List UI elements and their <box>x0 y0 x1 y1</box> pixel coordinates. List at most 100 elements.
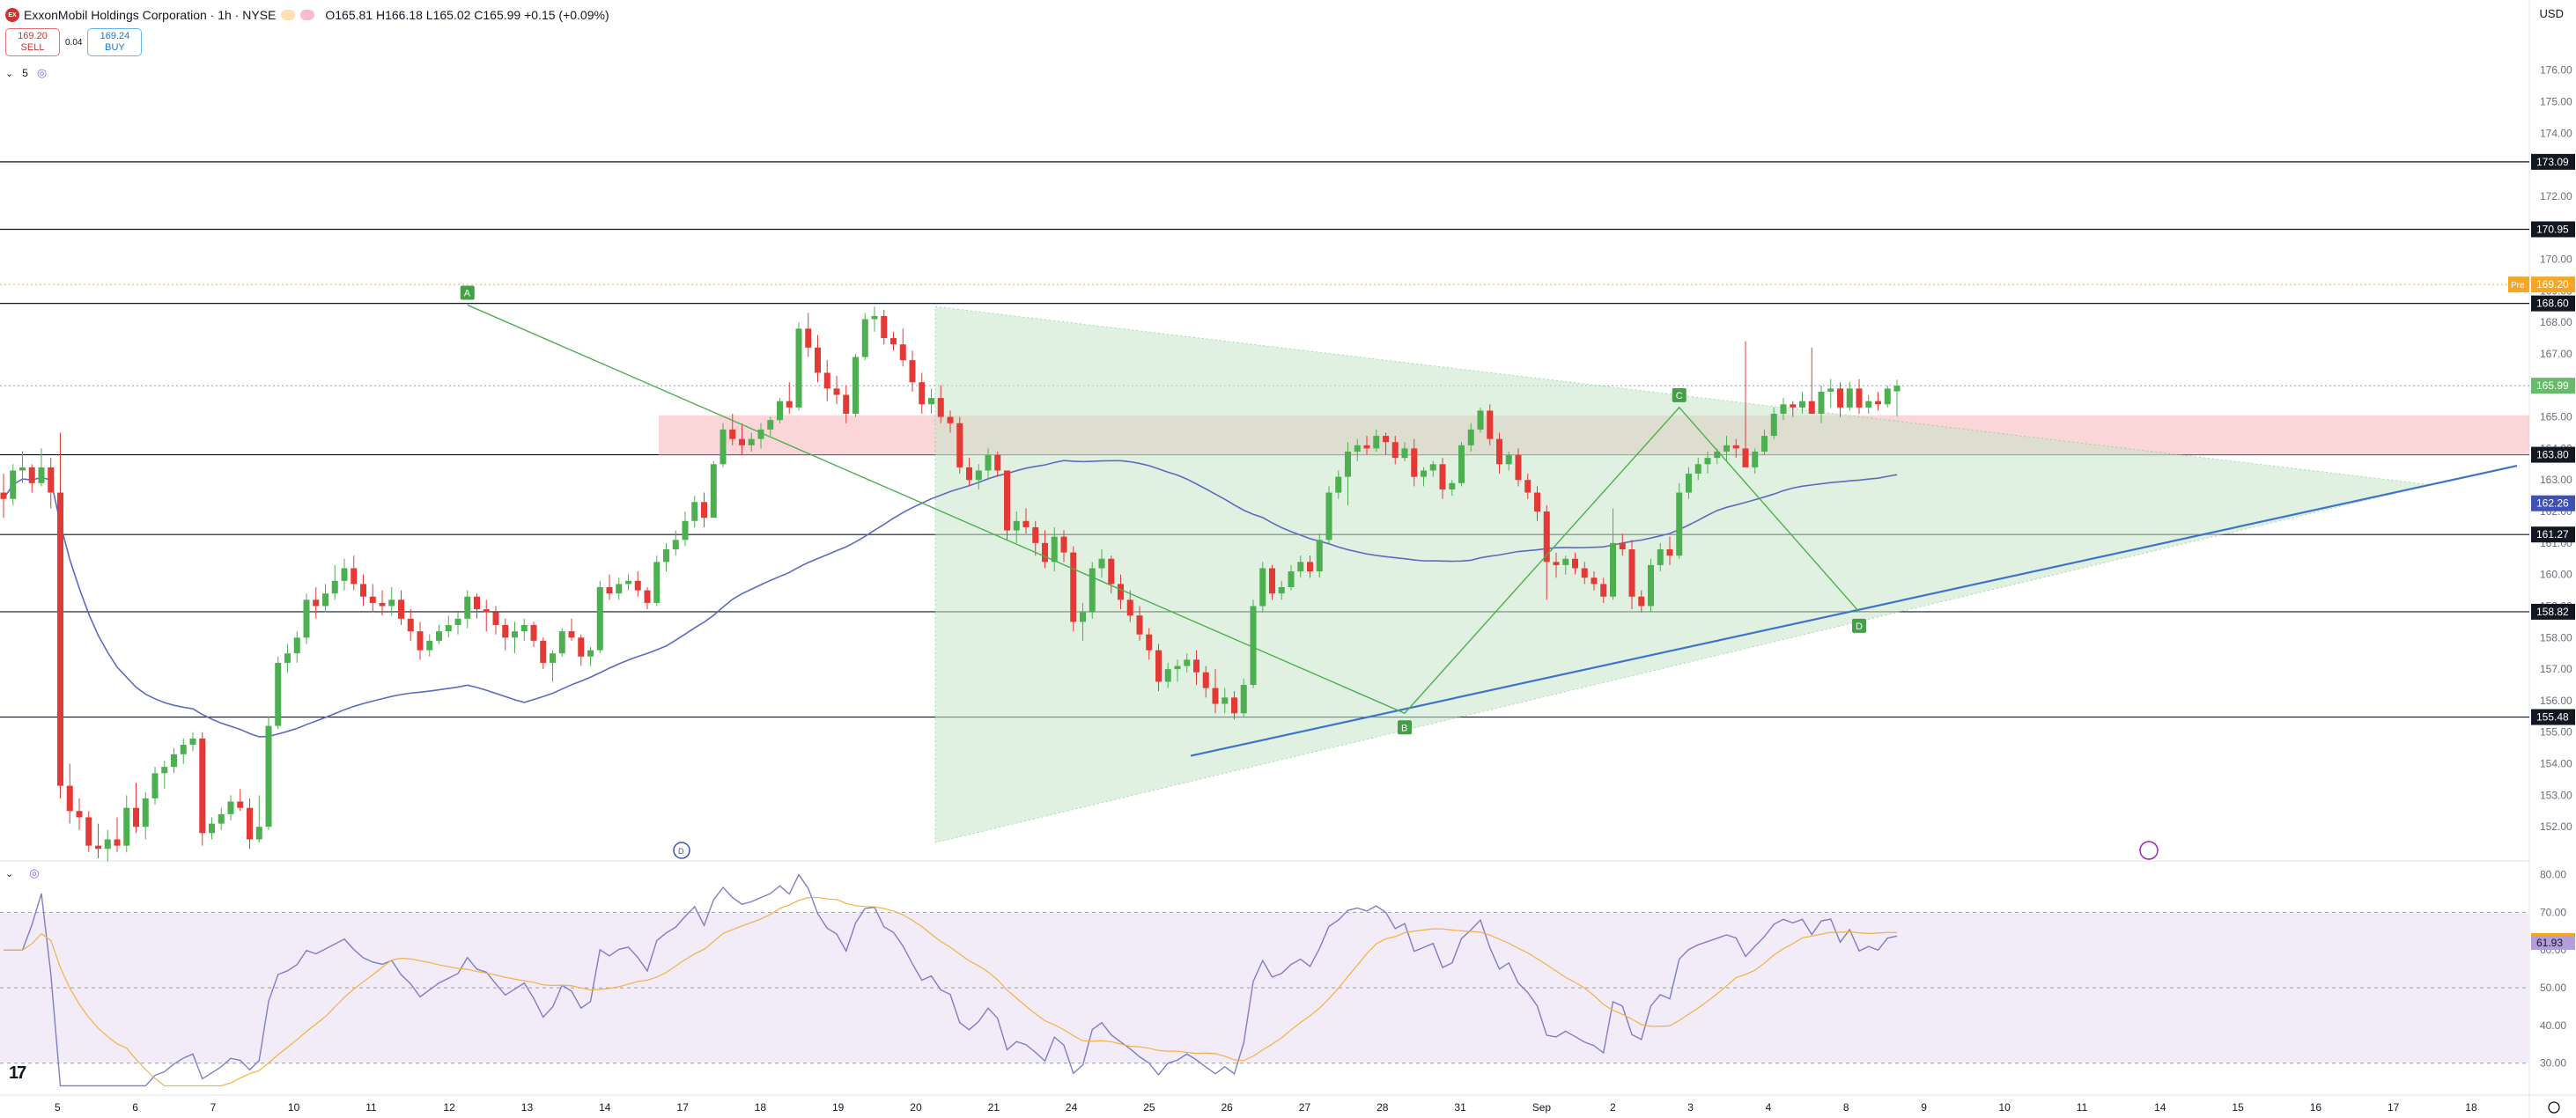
candle[interactable] <box>1534 492 1540 512</box>
candle[interactable] <box>218 813 225 824</box>
candle[interactable] <box>1259 568 1266 607</box>
candle[interactable] <box>1742 448 1749 467</box>
candle[interactable] <box>1657 549 1664 565</box>
candle[interactable] <box>625 580 631 585</box>
candle[interactable] <box>303 599 310 638</box>
candle[interactable] <box>19 467 26 471</box>
earnings-marker-icon[interactable] <box>2139 841 2159 860</box>
candle[interactable] <box>1250 606 1257 686</box>
candle[interactable] <box>890 338 897 345</box>
candle[interactable] <box>1240 685 1247 714</box>
price-chart[interactable]: 176.00175.00174.00173.00172.00171.00170.… <box>0 0 2576 1118</box>
candle[interactable] <box>786 401 793 408</box>
candle[interactable] <box>265 725 272 827</box>
candle[interactable] <box>767 420 774 430</box>
candle[interactable] <box>38 467 45 483</box>
candle[interactable] <box>171 754 177 768</box>
candle[interactable] <box>1325 492 1332 541</box>
candle[interactable] <box>795 328 802 408</box>
candle[interactable] <box>454 618 461 625</box>
candle[interactable] <box>947 416 954 423</box>
candle[interactable] <box>644 590 651 603</box>
candle[interactable] <box>1042 542 1048 563</box>
candle[interactable] <box>985 454 992 471</box>
candle[interactable] <box>881 315 888 339</box>
candle[interactable] <box>672 540 679 550</box>
candle[interactable] <box>1467 429 1474 445</box>
candle[interactable] <box>653 562 661 603</box>
candle[interactable] <box>1316 540 1323 572</box>
candle[interactable] <box>956 423 963 467</box>
candle[interactable] <box>530 624 537 641</box>
candle[interactable] <box>1022 520 1030 527</box>
candle[interactable] <box>805 328 812 348</box>
candle[interactable] <box>861 319 868 357</box>
candle[interactable] <box>1666 549 1673 556</box>
candle[interactable] <box>1581 568 1588 578</box>
candle[interactable] <box>247 807 253 840</box>
candle[interactable] <box>1391 442 1399 459</box>
candle[interactable] <box>1704 458 1711 465</box>
candle[interactable] <box>189 738 196 746</box>
candle[interactable] <box>1164 669 1171 682</box>
candle[interactable] <box>161 767 168 774</box>
candle[interactable] <box>464 596 471 619</box>
candle[interactable] <box>691 502 698 521</box>
candle[interactable] <box>1515 454 1522 481</box>
candle[interactable] <box>407 618 414 632</box>
candle[interactable] <box>871 315 878 320</box>
candle[interactable] <box>634 580 641 591</box>
candle[interactable] <box>1231 697 1237 714</box>
candle[interactable] <box>10 470 17 499</box>
candle[interactable] <box>1202 672 1209 688</box>
chevron-down-icon[interactable]: ⌄ <box>5 868 13 879</box>
candle[interactable] <box>369 596 376 603</box>
candle[interactable] <box>1146 634 1153 651</box>
candle[interactable] <box>1373 436 1380 449</box>
candle[interactable] <box>1524 480 1532 493</box>
candle[interactable] <box>1288 571 1295 587</box>
candle[interactable] <box>1136 615 1143 635</box>
candle[interactable] <box>1307 562 1313 572</box>
candle[interactable] <box>341 568 348 581</box>
candle[interactable] <box>1439 464 1446 489</box>
candle[interactable] <box>1222 697 1229 704</box>
candle[interactable] <box>275 662 282 726</box>
candle[interactable] <box>1865 401 1872 408</box>
candle[interactable] <box>1884 388 1891 405</box>
candle[interactable] <box>1780 404 1787 415</box>
candle[interactable] <box>937 398 944 417</box>
candle[interactable] <box>1732 445 1739 449</box>
candle[interactable] <box>1118 584 1124 600</box>
candle[interactable] <box>1572 558 1578 569</box>
candle[interactable] <box>388 599 395 607</box>
rsi-indicator-toggle[interactable]: ⌄ ◎ <box>5 866 40 880</box>
candle[interactable] <box>853 357 859 415</box>
candle[interactable] <box>227 801 234 814</box>
candle[interactable] <box>1591 577 1598 585</box>
candle[interactable] <box>28 467 35 483</box>
candle[interactable] <box>540 640 547 663</box>
candle[interactable] <box>417 631 424 651</box>
candle[interactable] <box>1808 401 1815 415</box>
candle[interactable] <box>578 637 585 657</box>
candle[interactable] <box>1875 401 1881 405</box>
candle[interactable] <box>1477 410 1484 430</box>
candle[interactable] <box>928 398 934 405</box>
candle[interactable] <box>0 492 7 499</box>
candle[interactable] <box>1770 414 1777 437</box>
candle[interactable] <box>95 845 101 850</box>
candle[interactable] <box>1051 536 1058 563</box>
candle[interactable] <box>57 492 63 786</box>
candle[interactable] <box>1383 436 1389 443</box>
candle[interactable] <box>66 785 73 812</box>
candle[interactable] <box>151 773 159 798</box>
candle[interactable] <box>1193 659 1199 673</box>
candle[interactable] <box>1060 536 1067 553</box>
candle[interactable] <box>975 470 982 481</box>
candle[interactable] <box>398 599 404 619</box>
candle[interactable] <box>133 807 139 827</box>
candle[interactable] <box>123 807 130 846</box>
candle[interactable] <box>1818 391 1825 415</box>
candle[interactable] <box>1458 445 1465 483</box>
